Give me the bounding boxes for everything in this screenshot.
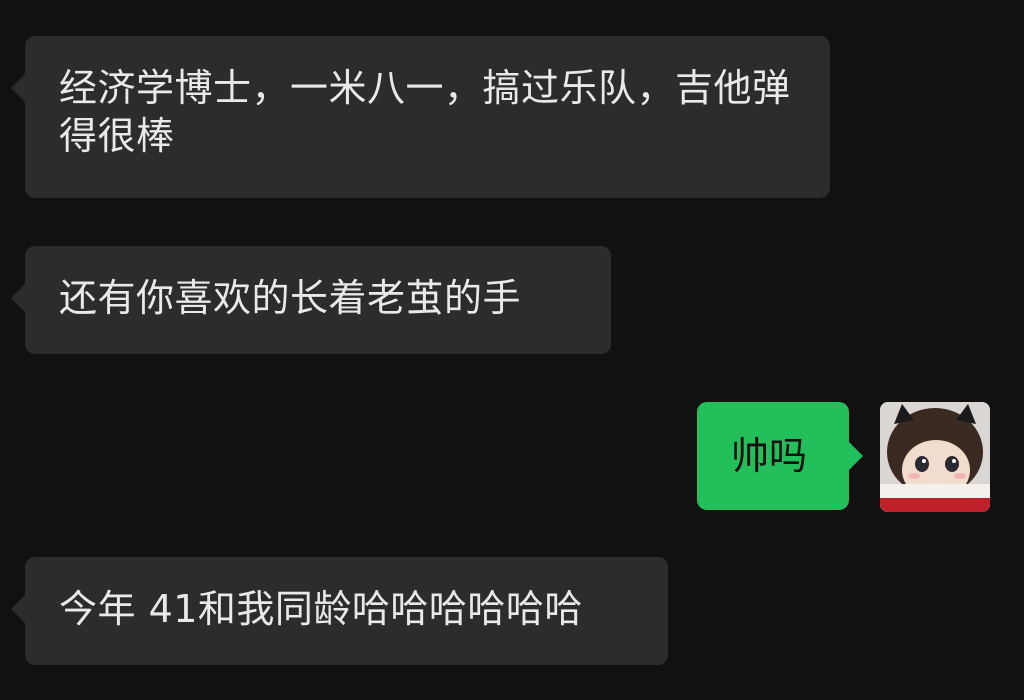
user-avatar[interactable]	[880, 402, 990, 512]
message-bubble-incoming[interactable]: 还有你喜欢的长着老茧的手	[11, 246, 611, 354]
message-text: 帅吗	[731, 434, 808, 478]
message-text: 还有你喜欢的长着老茧的手	[59, 276, 522, 320]
message-text: 今年 41和我同龄哈哈哈哈哈哈	[59, 587, 583, 631]
message-text: 经济学博士，一米八一，搞过乐队，吉他弹得很棒	[59, 66, 791, 158]
avatar-icon	[880, 402, 990, 512]
message-bubble-incoming[interactable]: 经济学博士，一米八一，搞过乐队，吉他弹得很棒	[11, 36, 830, 198]
message-bubble-outgoing[interactable]: 帅吗	[697, 402, 863, 510]
message-bubble-incoming[interactable]: 今年 41和我同龄哈哈哈哈哈哈	[11, 557, 668, 665]
chat-screen: 经济学博士，一米八一，搞过乐队，吉他弹得很棒 还有你喜欢的长着老茧的手 帅吗 今…	[0, 0, 1024, 700]
